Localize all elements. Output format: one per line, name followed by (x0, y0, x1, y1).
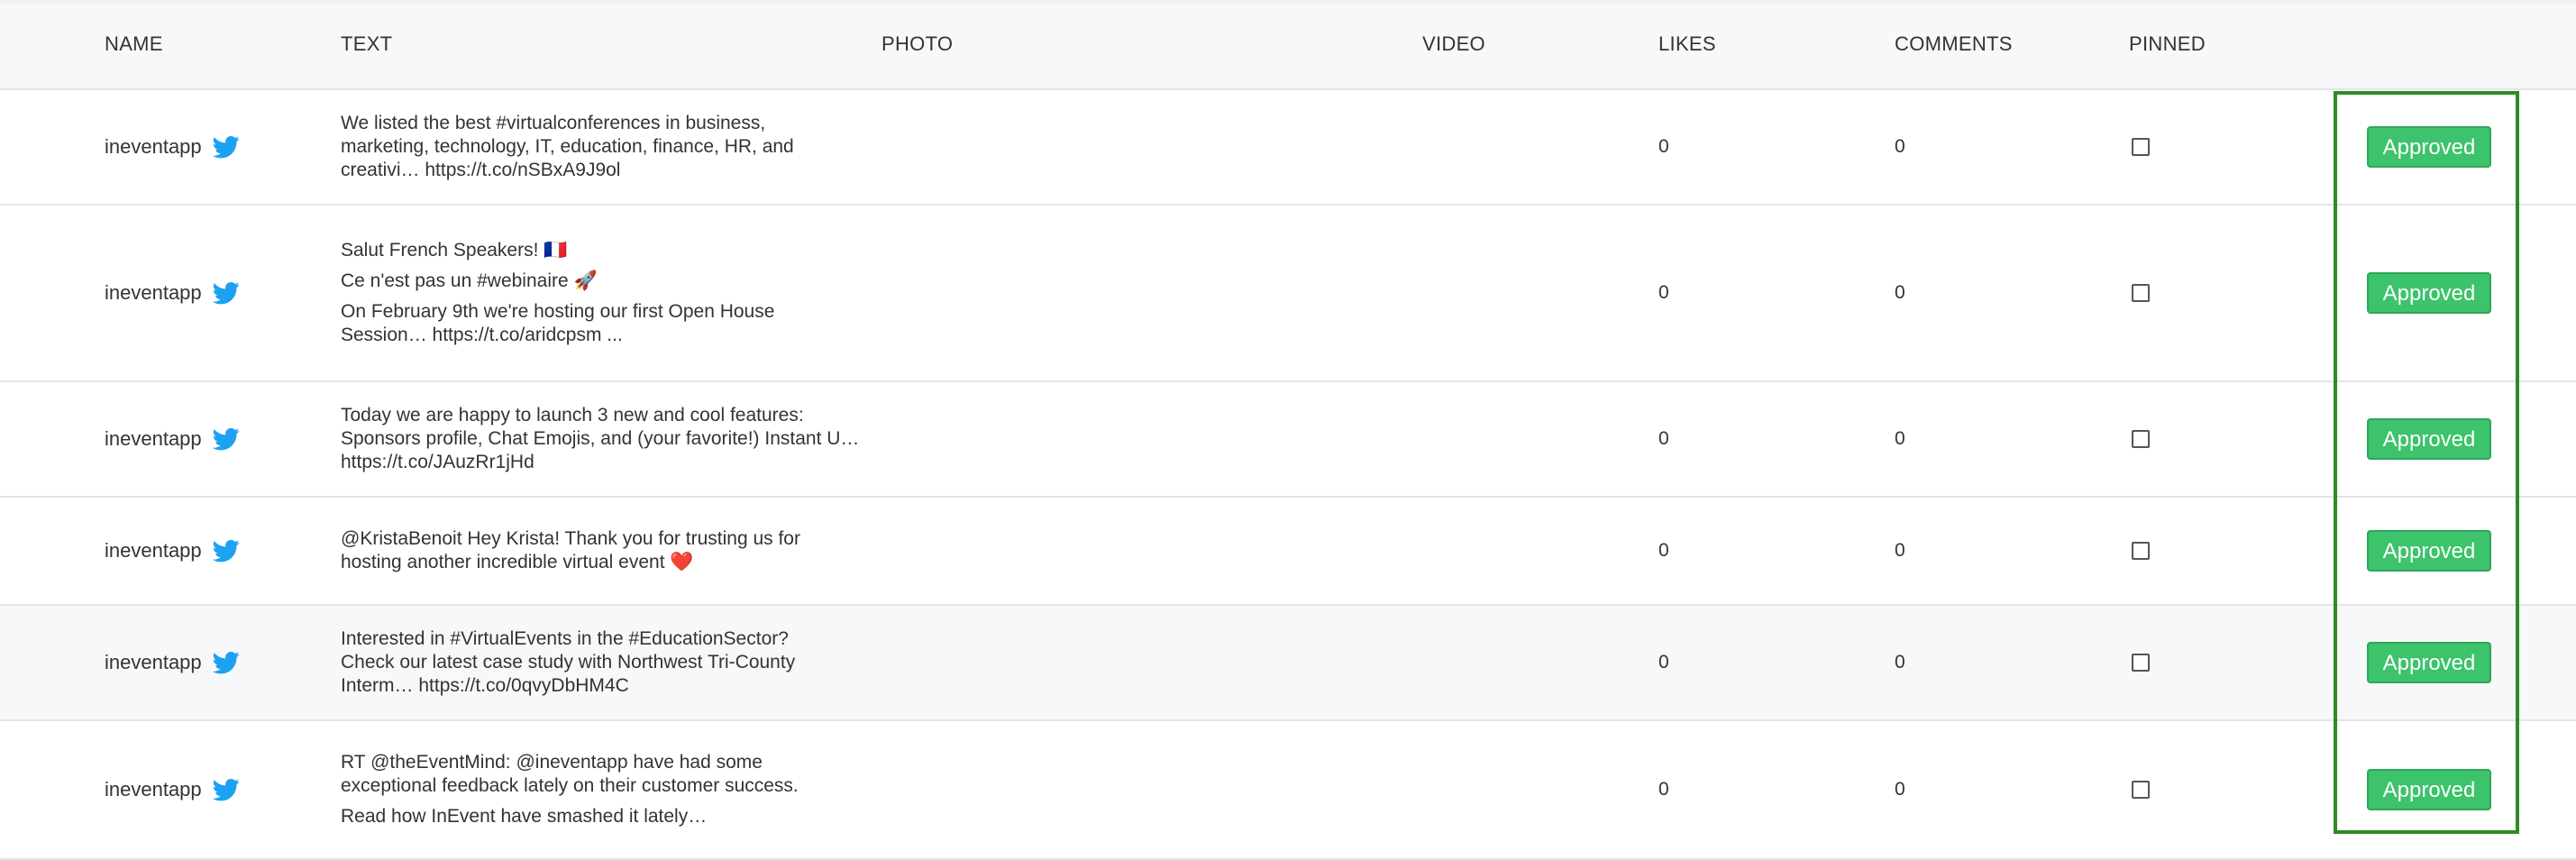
likes-count: 0 (1658, 136, 1669, 157)
pinned-checkbox[interactable] (2132, 781, 2150, 799)
post-text-paragraph: RT @theEventMind: @ineventapp have had s… (341, 752, 799, 796)
pinned-checkbox[interactable] (2132, 138, 2150, 156)
approved-button[interactable]: Approved (2367, 642, 2491, 683)
post-text-paragraph: Read how InEvent have smashed it lately… (341, 806, 708, 827)
post-text-paragraph: @KristaBenoit Hey Krista! Thank you for … (341, 528, 800, 572)
post-text: @KristaBenoit Hey Krista! Thank you for … (341, 527, 882, 574)
author-cell: ineventapp (105, 133, 240, 160)
approved-button[interactable]: Approved (2367, 769, 2491, 810)
column-header-text[interactable]: TEXT (341, 32, 392, 56)
approved-button[interactable]: Approved (2367, 272, 2491, 314)
table-row: ineventapp @KristaBenoit Hey Krista! Than… (0, 498, 2576, 606)
comments-count: 0 (1895, 652, 1905, 672)
author-name: ineventapp (105, 281, 202, 304)
table-row: ineventapp RT @theEventMind: @ineventapp … (0, 721, 2576, 860)
author-name: ineventapp (105, 135, 202, 158)
likes-count: 0 (1658, 540, 1669, 561)
comments-count: 0 (1895, 136, 1905, 157)
post-text: Today we are happy to launch 3 new and c… (341, 404, 882, 474)
column-header-video[interactable]: VIDEO (1422, 32, 1485, 56)
post-text-paragraph: We listed the best #virtualconferences i… (341, 113, 794, 180)
approved-button[interactable]: Approved (2367, 418, 2491, 460)
author-cell: ineventapp (105, 279, 240, 306)
likes-count: 0 (1658, 652, 1669, 672)
pinned-checkbox[interactable] (2132, 654, 2150, 672)
twitter-icon (212, 133, 240, 160)
post-text: Interested in #VirtualEvents in the #Edu… (341, 627, 882, 698)
comments-count: 0 (1895, 779, 1905, 800)
twitter-icon (212, 279, 240, 306)
column-header-name[interactable]: NAME (105, 32, 163, 56)
post-text-paragraph: On February 9th we're hosting our first … (341, 301, 775, 345)
column-header-pinned[interactable]: PINNED (2129, 32, 2206, 56)
author-name: ineventapp (105, 539, 202, 562)
pinned-checkbox[interactable] (2132, 542, 2150, 560)
comments-count: 0 (1895, 428, 1905, 449)
column-header-likes[interactable]: LIKES (1658, 32, 1716, 56)
likes-count: 0 (1658, 779, 1669, 800)
approved-button[interactable]: Approved (2367, 530, 2491, 572)
post-text-paragraph: Today we are happy to launch 3 new and c… (341, 405, 860, 472)
author-cell: ineventapp (105, 649, 240, 676)
posts-table: NAME TEXT PHOTO VIDEO LIKES COMMENTS PIN… (0, 0, 2576, 860)
post-text: Salut French Speakers! 🇫🇷 Ce n'est pas un… (341, 239, 882, 347)
table-header: NAME TEXT PHOTO VIDEO LIKES COMMENTS PIN… (0, 0, 2576, 90)
author-name: ineventapp (105, 778, 202, 801)
column-header-comments[interactable]: COMMENTS (1895, 32, 2013, 56)
likes-count: 0 (1658, 428, 1669, 449)
author-name: ineventapp (105, 651, 202, 673)
twitter-icon (212, 537, 240, 564)
post-text-paragraph: Salut French Speakers! 🇫🇷 (341, 240, 568, 261)
table-row: ineventapp We listed the best #virtualcon… (0, 90, 2576, 206)
pinned-checkbox[interactable] (2132, 430, 2150, 448)
author-name: ineventapp (105, 427, 202, 450)
comments-count: 0 (1895, 282, 1905, 303)
twitter-icon (212, 425, 240, 453)
table-row: ineventapp Salut French Speakers! 🇫🇷 Ce n'… (0, 206, 2576, 382)
post-text: We listed the best #virtualconferences i… (341, 112, 882, 182)
pinned-checkbox[interactable] (2132, 284, 2150, 302)
table-row: ineventapp Interested in #VirtualEvents i… (0, 606, 2576, 721)
table-row: ineventapp Today we are happy to launch 3… (0, 382, 2576, 498)
post-text-paragraph: Ce n'est pas un #webinaire 🚀 (341, 270, 598, 291)
author-cell: ineventapp (105, 776, 240, 803)
column-header-photo[interactable]: PHOTO (882, 32, 953, 56)
likes-count: 0 (1658, 282, 1669, 303)
author-cell: ineventapp (105, 537, 240, 564)
post-text-paragraph: Interested in #VirtualEvents in the #Edu… (341, 628, 796, 696)
twitter-icon (212, 649, 240, 676)
approved-button[interactable]: Approved (2367, 126, 2491, 168)
author-cell: ineventapp (105, 425, 240, 453)
twitter-icon (212, 776, 240, 803)
comments-count: 0 (1895, 540, 1905, 561)
post-text: RT @theEventMind: @ineventapp have had s… (341, 751, 882, 828)
